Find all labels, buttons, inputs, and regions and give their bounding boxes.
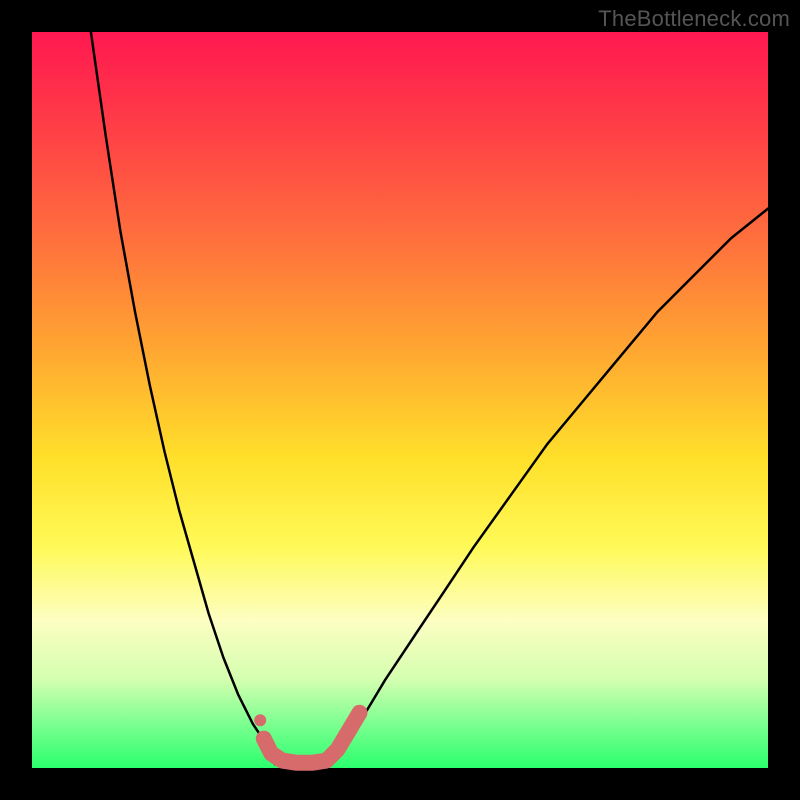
curve-layer [91,32,768,764]
watermark-text: TheBottleneck.com [598,6,790,32]
optimal-region-highlight [264,713,360,763]
highlight-dot [254,714,266,726]
chart-plot-area [32,32,768,768]
bottleneck-curve [91,32,768,764]
chart-svg [32,32,768,768]
highlight-layer [254,713,359,763]
